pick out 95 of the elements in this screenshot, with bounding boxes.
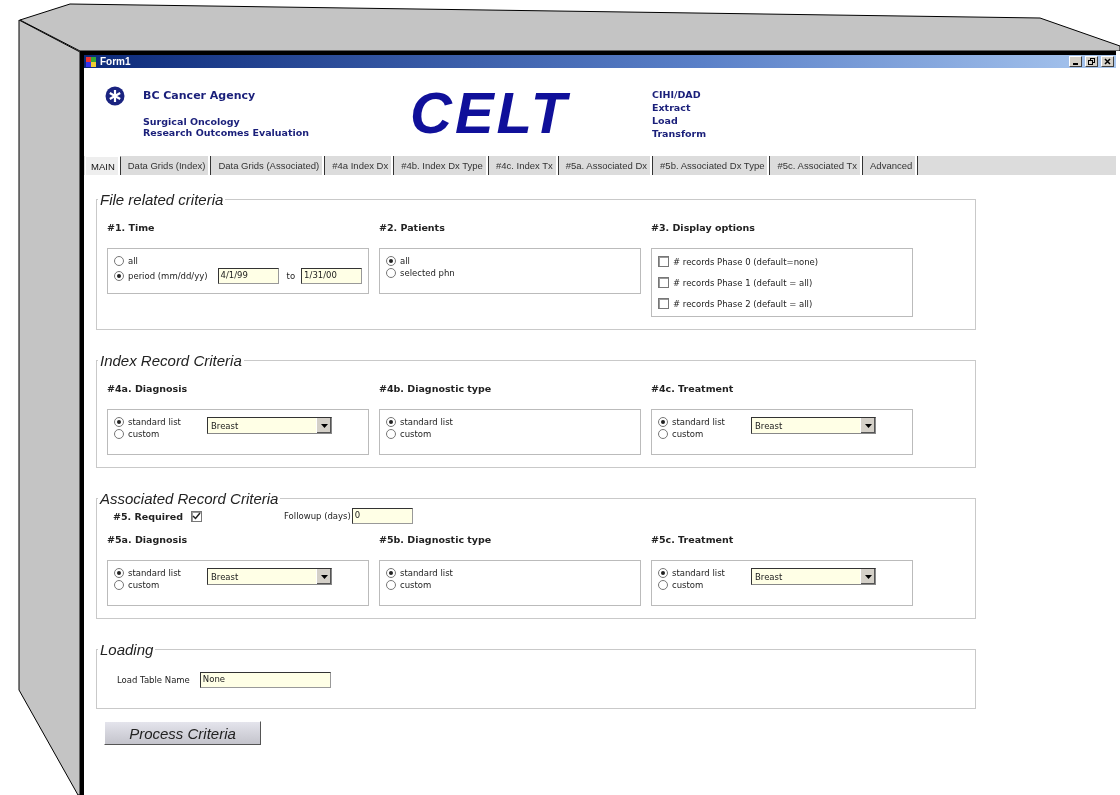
option-label: standard list	[128, 568, 181, 578]
caret-icon	[864, 423, 872, 428]
radio-button[interactable]	[386, 417, 396, 427]
section-title: Index Record Criteria	[99, 352, 243, 369]
org-name: BC Cancer Agency	[143, 89, 257, 102]
radio-button[interactable]	[658, 580, 668, 590]
section-title: Loading	[99, 641, 155, 658]
radio-button[interactable]	[386, 429, 396, 439]
caret-icon	[320, 574, 328, 579]
option-label: standard list	[400, 568, 453, 578]
option-label: all	[400, 256, 410, 266]
option-label: standard list	[400, 417, 453, 427]
field-label: Followup (days)	[284, 511, 351, 521]
date-field[interactable]: 1/31/00	[301, 268, 363, 284]
option-label: period (mm/dd/yy)	[128, 271, 208, 281]
window-title: Form1	[100, 56, 131, 67]
date-field[interactable]: 4/1/99	[217, 268, 279, 284]
radio-button[interactable]	[386, 568, 396, 578]
logo-icon	[105, 86, 125, 106]
acronym-line: CIHI/DAD	[652, 88, 701, 101]
app-title: CELT	[410, 84, 570, 142]
group-heading: #5c. Treatment	[651, 534, 735, 545]
option-label: # records Phase 1 (default = all)	[673, 277, 813, 288]
department-name: Surgical Oncology	[143, 116, 241, 127]
caret-icon	[864, 574, 872, 579]
radio-button[interactable]	[114, 429, 124, 439]
option-label: custom	[400, 580, 432, 590]
acronym-line: Transform	[652, 127, 707, 140]
radio-button[interactable]	[114, 580, 124, 590]
radio-button[interactable]	[386, 268, 396, 278]
field-label: to	[286, 271, 296, 281]
caret-icon	[320, 423, 328, 428]
group-heading: #4c. Treatment	[651, 383, 735, 394]
option-label: # records Phase 2 (default = all)	[673, 298, 813, 309]
tab[interactable]: #4a Index Dx	[327, 156, 395, 175]
tab[interactable]: #5c. Associated Tx	[772, 156, 864, 175]
tab[interactable]: MAIN	[85, 156, 121, 175]
tab[interactable]: #5a. Associated Dx	[560, 156, 654, 175]
checkbox[interactable]	[658, 256, 669, 267]
section-title: Associated Record Criteria	[98, 490, 280, 507]
tab[interactable]: #5b. Associated Dx Type	[655, 156, 771, 175]
app-icon	[86, 56, 97, 67]
radio-button[interactable]	[114, 256, 124, 266]
radio-button[interactable]	[114, 568, 124, 578]
tab[interactable]: #4b. Index Dx Type	[396, 156, 489, 175]
radio-button[interactable]	[658, 568, 668, 578]
section-title: File related criteria	[99, 191, 225, 208]
option-label: custom	[672, 580, 704, 590]
followup-field[interactable]: 0	[351, 508, 413, 524]
option-label: selected phn	[400, 268, 455, 278]
dropdown[interactable]: Breast	[207, 417, 332, 434]
checkbox[interactable]	[191, 510, 202, 522]
option-label: # records Phase 0 (default=none)	[673, 256, 819, 267]
process-button[interactable]: Process Criteria	[104, 721, 261, 745]
dropdown[interactable]: Breast	[751, 568, 876, 585]
tab[interactable]: #4c. Index Tx	[490, 156, 559, 175]
option-label: custom	[672, 429, 704, 439]
acronym-line: Extract	[652, 101, 691, 114]
field-label: Load Table Name	[117, 675, 190, 685]
minimize-button[interactable]	[1069, 56, 1082, 67]
tab[interactable]: Advanced	[865, 156, 919, 175]
group-heading: #2. Patients	[379, 222, 446, 233]
restore-icon	[1088, 58, 1095, 65]
text-field[interactable]: None	[199, 672, 331, 688]
option-label: custom	[128, 429, 160, 439]
checkbox[interactable]	[658, 277, 669, 288]
option-label: custom	[128, 580, 160, 590]
radio-button[interactable]	[658, 429, 668, 439]
department-name: Research Outcomes Evaluation	[143, 127, 311, 138]
group-heading: #4a. Diagnosis	[107, 383, 189, 394]
radio-button[interactable]	[386, 580, 396, 590]
group-heading: #5b. Diagnostic type	[379, 534, 493, 545]
group-heading: #1. Time	[107, 222, 156, 233]
option-label: standard list	[128, 417, 181, 427]
checkbox[interactable]	[658, 298, 669, 309]
option-label: custom	[400, 429, 432, 439]
option-label: standard list	[672, 417, 725, 427]
close-icon	[1104, 58, 1111, 65]
group-heading: #3. Display options	[651, 222, 757, 233]
option-label: all	[128, 256, 138, 266]
option-label: standard list	[672, 568, 725, 578]
radio-button[interactable]	[114, 271, 124, 281]
maximize-button[interactable]	[1085, 56, 1098, 67]
dropdown[interactable]: Breast	[207, 568, 332, 585]
tab[interactable]: Data Grids (Index)	[122, 156, 212, 175]
radio-button[interactable]	[658, 417, 668, 427]
radio-button[interactable]	[114, 417, 124, 427]
radio-button[interactable]	[386, 256, 396, 266]
acronym-line: Load	[652, 114, 678, 127]
tab[interactable]: Data Grids (Associated)	[213, 156, 326, 175]
section-label: #5. Required	[113, 510, 183, 522]
close-button[interactable]	[1101, 56, 1114, 67]
group-heading: #5a. Diagnosis	[107, 534, 189, 545]
group-heading: #4b. Diagnostic type	[379, 383, 493, 394]
dropdown[interactable]: Breast	[751, 417, 876, 434]
